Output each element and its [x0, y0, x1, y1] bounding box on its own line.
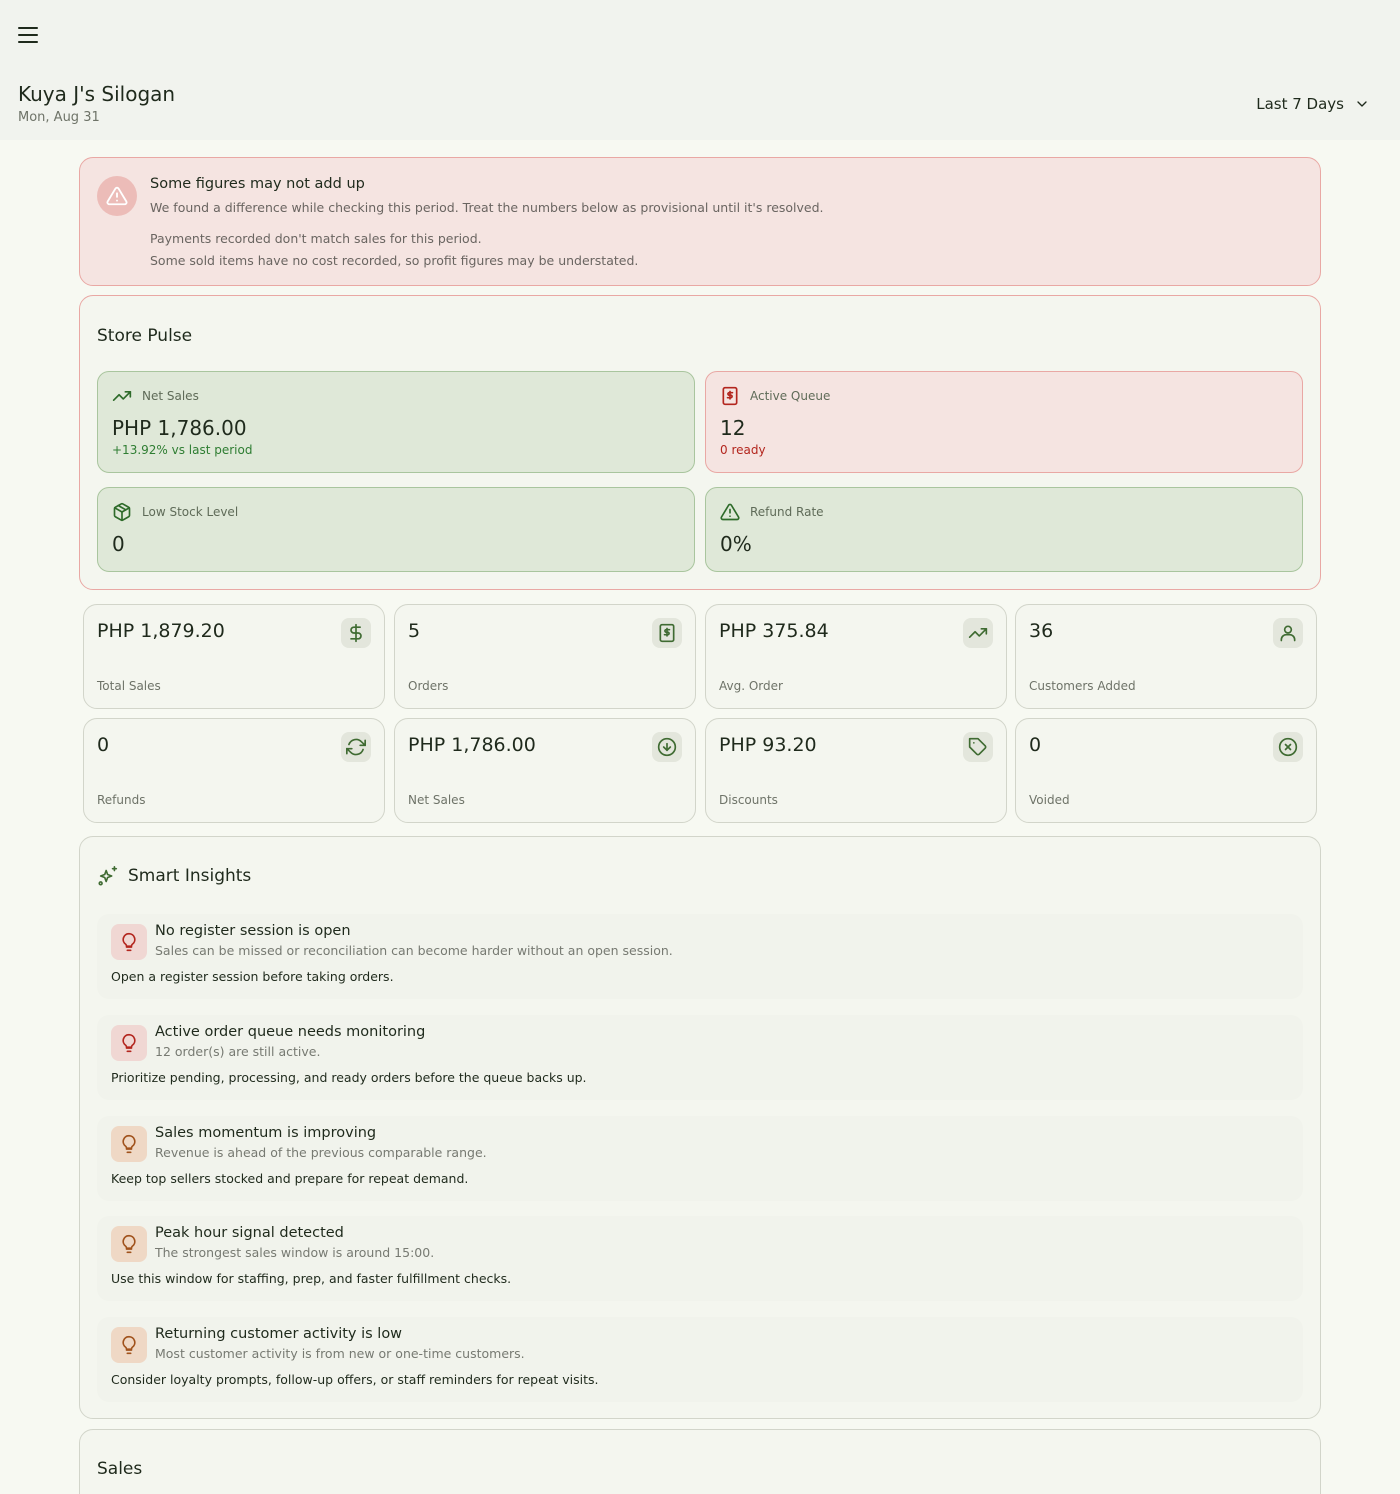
chevron-down-icon	[1357, 101, 1367, 107]
pulse-card-ready-count: 0 ready	[720, 443, 766, 457]
stat-card-voided[interactable]: 0 Voided	[1015, 718, 1317, 823]
trending-up-icon	[112, 391, 132, 401]
pulse-card-low-stock[interactable]: Low Stock Level 0	[97, 487, 695, 572]
alert-message: We found a difference while checking thi…	[150, 200, 824, 215]
stat-card-avg-order[interactable]: PHP 375.84 Avg. Order	[705, 604, 1007, 709]
pulse-card-change: +13.92% vs last period	[112, 443, 253, 457]
insight-title: Returning customer activity is low	[155, 1326, 403, 1342]
insight-action: Prioritize pending, processing, and read…	[111, 1070, 587, 1085]
x-circle-icon	[1273, 732, 1303, 762]
pulse-card-refund-rate[interactable]: Refund Rate 0%	[705, 487, 1303, 572]
lightbulb-icon	[111, 1025, 147, 1061]
stat-value: 36	[1029, 620, 1054, 642]
stat-value: PHP 1,786.00	[408, 734, 536, 756]
warning-triangle-icon	[97, 176, 137, 216]
stat-label: Customers Added	[1029, 679, 1136, 693]
stat-label: Total Sales	[97, 679, 161, 693]
section-title: Store Pulse	[97, 326, 193, 346]
insight-detail: The strongest sales window is around 15:…	[155, 1245, 435, 1260]
pulse-card-label: Low Stock Level	[142, 505, 239, 519]
insight-action: Consider loyalty prompts, follow-up offe…	[111, 1372, 599, 1387]
tag-icon	[963, 732, 993, 762]
lightbulb-icon	[111, 1226, 147, 1262]
sparkles-icon	[98, 866, 118, 886]
insight-action: Use this window for staffing, prep, and …	[111, 1271, 512, 1286]
lightbulb-icon	[111, 924, 147, 960]
lightbulb-icon	[111, 1126, 147, 1162]
stat-card-refunds[interactable]: 0 Refunds	[83, 718, 385, 823]
pulse-card-active-queue[interactable]: Active Queue 12 0 ready	[705, 371, 1303, 473]
stat-value: PHP 93.20	[719, 734, 817, 756]
stat-value: 5	[408, 620, 421, 642]
insight-action: Open a register session before taking or…	[111, 969, 394, 984]
stat-card-net-sales[interactable]: PHP 1,786.00 Net Sales	[394, 718, 696, 823]
alert-title: Some figures may not add up	[150, 176, 365, 192]
pulse-card-label: Active Queue	[750, 389, 831, 403]
store-name: Kuya J's Silogan	[18, 82, 176, 106]
insight-title: Peak hour signal detected	[155, 1225, 344, 1241]
lightbulb-icon	[111, 1327, 147, 1363]
insight-title: Active order queue needs monitoring	[155, 1024, 426, 1040]
current-date: Mon, Aug 31	[18, 110, 100, 125]
package-icon	[113, 502, 131, 522]
arrow-down-circle-icon	[652, 732, 682, 762]
insight-card[interactable]: No register session is open Sales can be…	[97, 914, 1303, 999]
stat-value: 0	[1029, 734, 1042, 756]
insight-card[interactable]: Peak hour signal detected The strongest …	[97, 1216, 1303, 1301]
hamburger-menu-icon[interactable]	[14, 22, 42, 48]
insight-detail: 12 order(s) are still active.	[155, 1044, 321, 1059]
insight-action: Keep top sellers stocked and prepare for…	[111, 1171, 469, 1186]
stat-card-discounts[interactable]: PHP 93.20 Discounts	[705, 718, 1007, 823]
user-icon	[1273, 618, 1303, 648]
pulse-card-value: 12	[720, 416, 746, 440]
receipt-icon	[652, 618, 682, 648]
sales-panel: Sales	[79, 1429, 1321, 1494]
stat-card-orders[interactable]: 5 Orders	[394, 604, 696, 709]
insight-title: No register session is open	[155, 923, 351, 939]
stat-label: Voided	[1029, 793, 1070, 807]
stat-label: Discounts	[719, 793, 778, 807]
pulse-card-value: 0%	[720, 532, 752, 556]
period-selector[interactable]: Last 7 Days	[1256, 95, 1370, 113]
stat-value: PHP 375.84	[719, 620, 829, 642]
pulse-card-value: 0	[112, 532, 125, 556]
insight-title: Sales momentum is improving	[155, 1125, 377, 1141]
stat-label: Avg. Order	[719, 679, 783, 693]
period-label: Last 7 Days	[1256, 95, 1344, 113]
stat-value: PHP 1,879.20	[97, 620, 225, 642]
top-bar: Kuya J's Silogan Mon, Aug 31 Last 7 Days	[0, 0, 1400, 140]
insight-card[interactable]: Active order queue needs monitoring 12 o…	[97, 1015, 1303, 1100]
stat-label: Refunds	[97, 793, 146, 807]
dollar-icon	[341, 618, 371, 648]
receipt-icon	[722, 386, 738, 406]
smart-insights-panel: Smart Insights No register session is op…	[79, 836, 1321, 1419]
trending-up-icon	[963, 618, 993, 648]
pulse-card-label: Net Sales	[142, 389, 199, 403]
alert-issue: Payments recorded don't match sales for …	[150, 231, 482, 246]
insight-card[interactable]: Returning customer activity is low Most …	[97, 1317, 1303, 1402]
stat-label: Net Sales	[408, 793, 465, 807]
stat-label: Orders	[408, 679, 449, 693]
store-pulse-panel: Store Pulse Net Sales PHP 1,786.00 +13.9…	[79, 295, 1321, 590]
stat-card-customers-added[interactable]: 36 Customers Added	[1015, 604, 1317, 709]
alert-issue: Some sold items have no cost recorded, s…	[150, 253, 639, 268]
pulse-card-value: PHP 1,786.00	[112, 416, 247, 440]
warning-triangle-icon	[720, 503, 740, 521]
section-title: Smart Insights	[128, 866, 252, 886]
section-title: Sales	[97, 1459, 143, 1479]
insight-detail: Revenue is ahead of the previous compara…	[155, 1145, 487, 1160]
insight-card[interactable]: Sales momentum is improving Revenue is a…	[97, 1116, 1303, 1201]
refresh-icon	[341, 732, 371, 762]
pulse-card-net-sales[interactable]: Net Sales PHP 1,786.00 +13.92% vs last p…	[97, 371, 695, 473]
stat-value: 0	[97, 734, 110, 756]
insight-detail: Sales can be missed or reconciliation ca…	[155, 943, 673, 958]
discrepancy-alert: Some figures may not add up We found a d…	[79, 157, 1321, 286]
pulse-card-label: Refund Rate	[750, 505, 824, 519]
stat-card-total-sales[interactable]: PHP 1,879.20 Total Sales	[83, 604, 385, 709]
insight-detail: Most customer activity is from new or on…	[155, 1346, 525, 1361]
